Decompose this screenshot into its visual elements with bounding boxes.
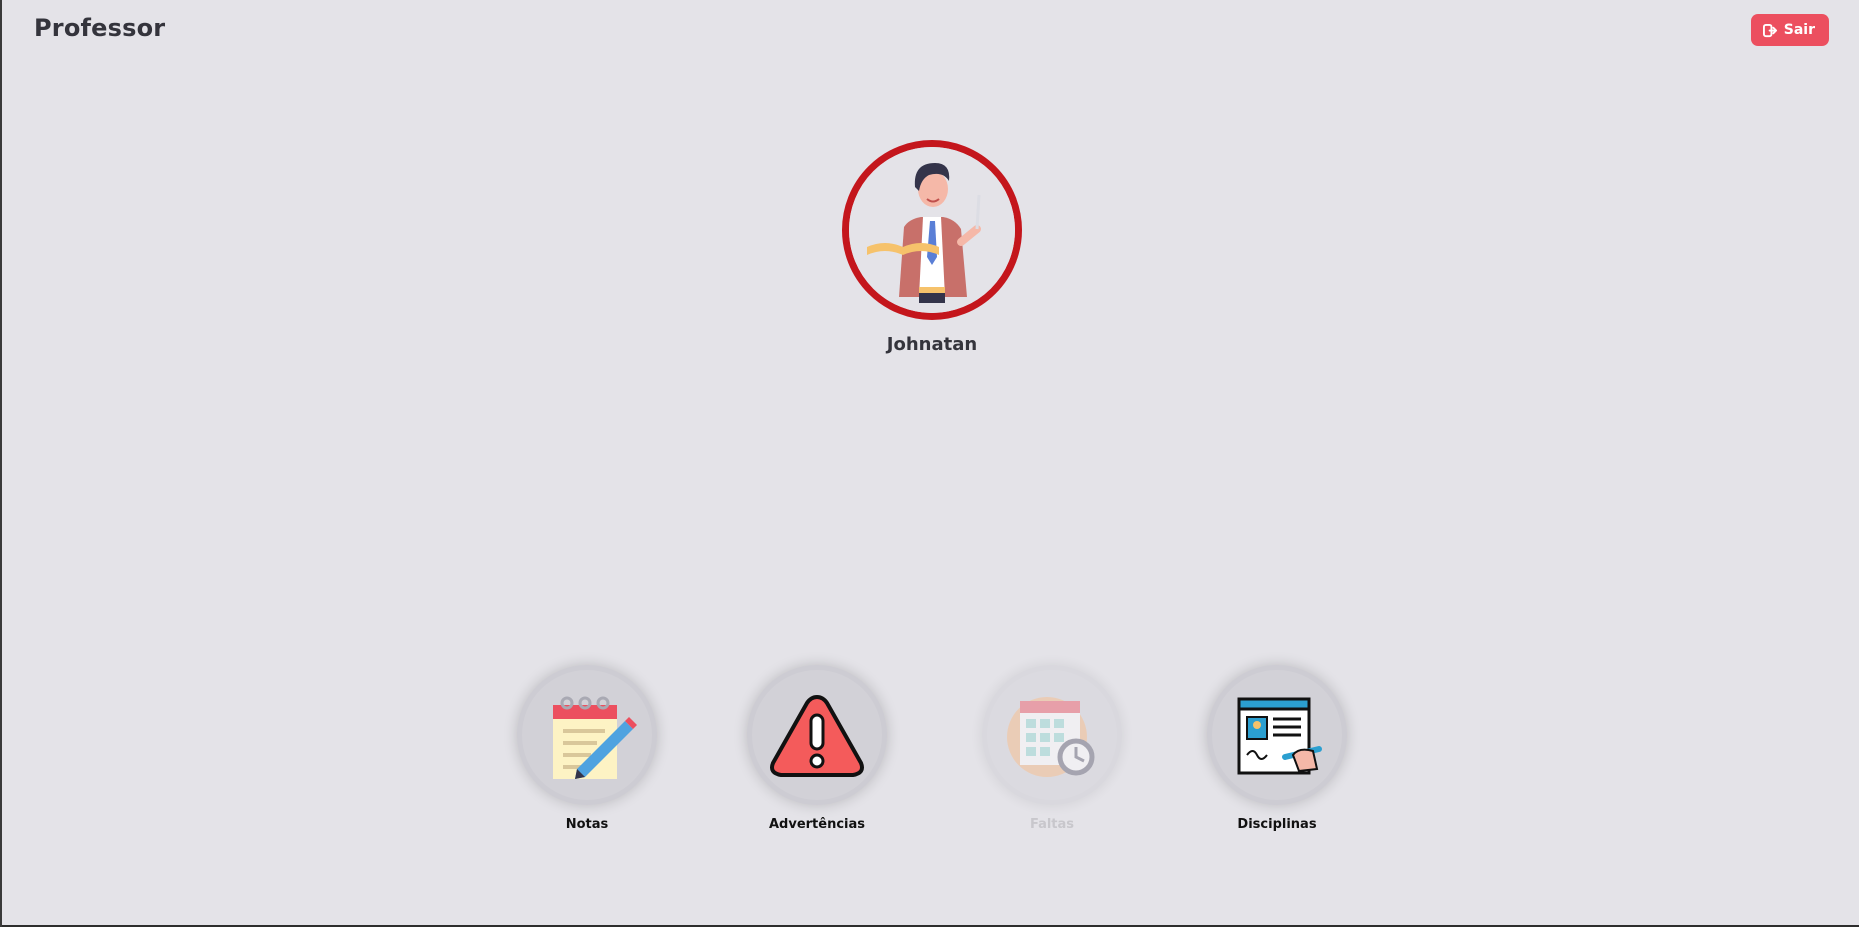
disciplinas-button[interactable] [1207, 665, 1347, 805]
teacher-avatar-icon [849, 147, 1015, 313]
disciplinas-label: Disciplinas [1237, 817, 1317, 832]
profile-name: Johnatan [886, 334, 978, 355]
notepad-pencil-icon [553, 696, 637, 779]
menu-item-faltas[interactable]: Faltas [977, 665, 1127, 832]
page-title: Professor [34, 14, 166, 42]
faltas-label: Faltas [1029, 817, 1075, 832]
document-signature-icon [1237, 697, 1322, 775]
sign-out-icon [1762, 23, 1777, 37]
notas-label: Notas [565, 817, 609, 832]
advertencias-button[interactable] [747, 665, 887, 805]
menu-item-disciplinas[interactable]: Disciplinas [1202, 665, 1352, 832]
logout-button[interactable]: Sair [1750, 14, 1829, 46]
warning-triangle-icon [770, 695, 864, 777]
menu-item-notas[interactable]: Notas [512, 665, 662, 832]
faltas-button[interactable] [982, 665, 1122, 805]
logout-label: Sair [1783, 22, 1815, 38]
menu-item-advertencias[interactable]: Advertências [742, 665, 892, 832]
advertencias-label: Advertências [768, 817, 866, 832]
profile-avatar [842, 140, 1022, 320]
calendar-clock-icon [1007, 697, 1095, 777]
notas-button[interactable] [517, 665, 657, 805]
